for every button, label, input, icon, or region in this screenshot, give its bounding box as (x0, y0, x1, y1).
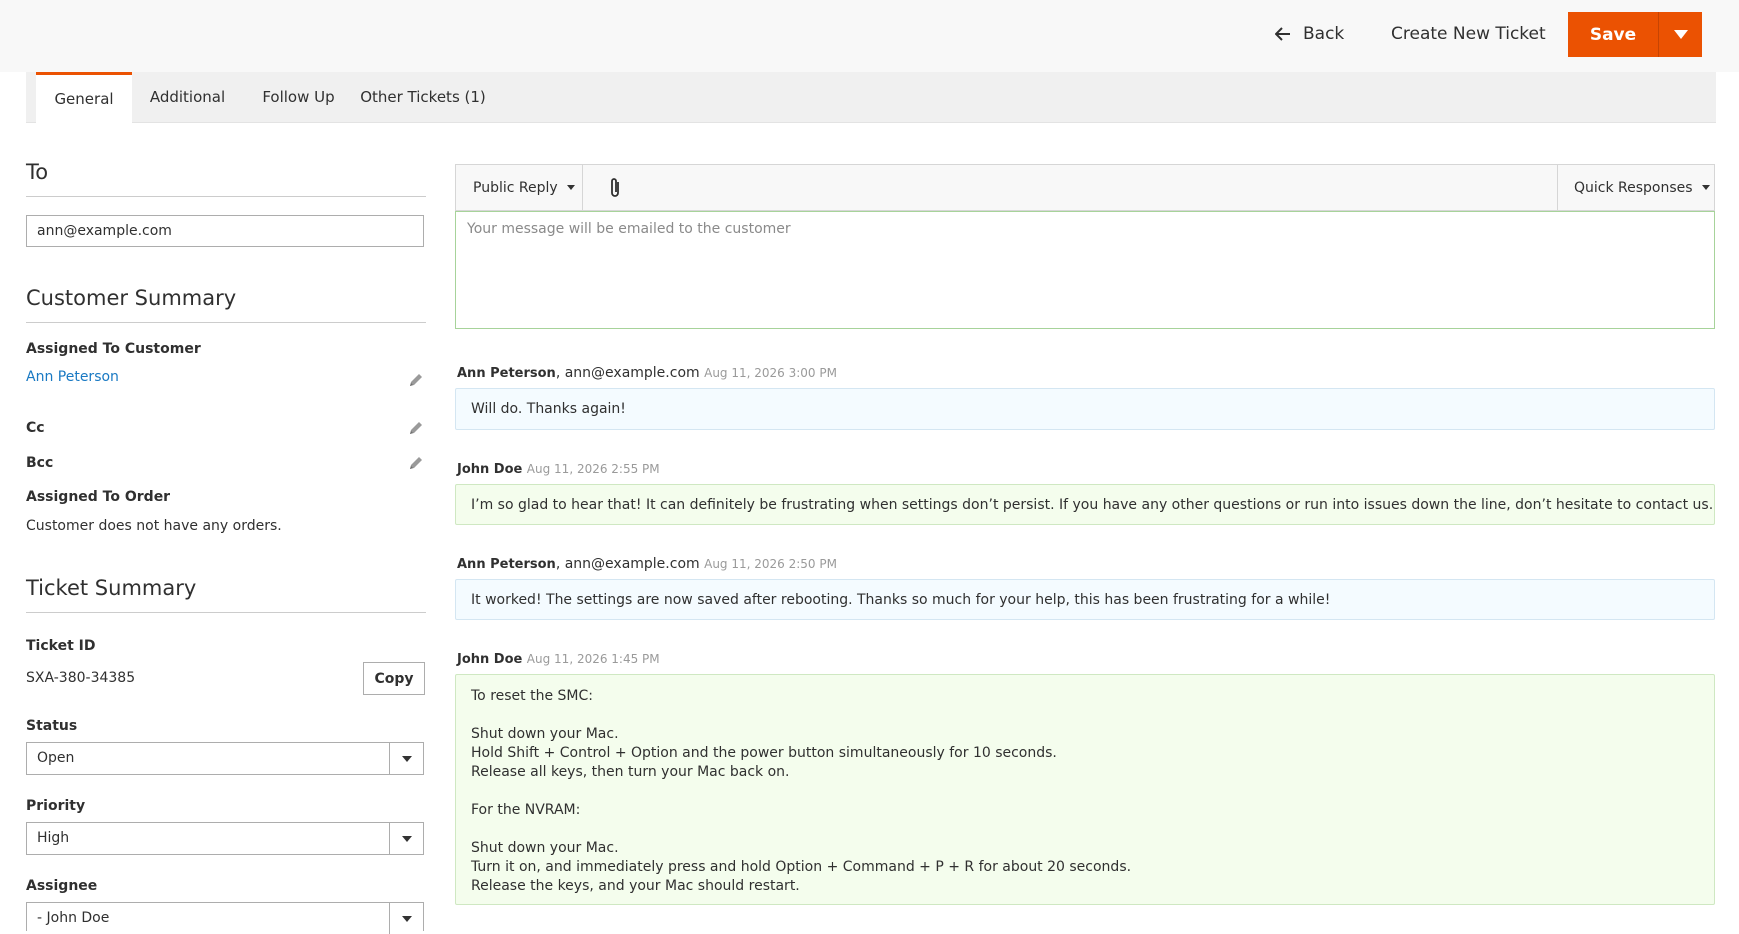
message-line: I’m so glad to hear that! It can definit… (471, 497, 1714, 513)
message-bubble: To reset the SMC: Shut down your Mac. Ho… (455, 674, 1715, 905)
message-line: Hold Shift + Control + Option and the po… (471, 745, 1057, 761)
back-label: Back (1303, 24, 1345, 44)
pencil-icon[interactable] (408, 420, 424, 436)
chevron-down-icon (566, 185, 575, 190)
priority-select[interactable]: High (26, 822, 424, 855)
page-actions-bar: Back Create New Ticket Save (0, 0, 1739, 72)
save-button[interactable]: Save (1568, 12, 1659, 57)
to-email-input[interactable] (26, 215, 424, 247)
message-date: Aug 11, 2026 2:50 PM (704, 557, 837, 571)
status-select[interactable]: Open (26, 742, 424, 775)
message-line: Release the keys, and your Mac should re… (471, 878, 800, 894)
pencil-icon[interactable] (408, 455, 424, 471)
reply-message-textarea[interactable] (455, 211, 1715, 329)
message-line: It worked! The settings are now saved af… (471, 592, 1331, 608)
message-date: Aug 11, 2026 3:00 PM (704, 366, 837, 380)
status-label: Status (26, 718, 78, 734)
message-email: , ann@example.com (555, 556, 700, 572)
message-email: , ann@example.com (555, 365, 700, 381)
tab-other-tickets[interactable]: Other Tickets (1) (354, 72, 492, 122)
cc-label: Cc (26, 420, 45, 436)
assignee-value: - John Doe (37, 910, 110, 926)
assigned-customer-label: Assigned To Customer (26, 341, 201, 357)
ticket-tabs: General Additional Follow Up Other Ticke… (26, 72, 1716, 123)
message-author: Ann Peterson (457, 366, 556, 381)
assignee-label: Assignee (26, 878, 98, 894)
message-line: Release all keys, then turn your Mac bac… (471, 764, 790, 780)
message-date: Aug 11, 2026 1:45 PM (526, 652, 660, 666)
priority-value: High (37, 830, 70, 846)
bcc-label: Bcc (26, 455, 54, 471)
message-header: John Doe Aug 11, 2026 1:45 PM (457, 651, 660, 667)
tab-general[interactable]: General (36, 72, 132, 123)
quick-responses-dropdown[interactable]: Quick Responses (1557, 165, 1714, 210)
ticket-summary-title: Ticket Summary (26, 576, 426, 613)
paperclip-icon[interactable] (608, 176, 622, 200)
create-new-ticket-button[interactable]: Create New Ticket (1391, 22, 1546, 46)
message-line (471, 706, 1699, 725)
back-button[interactable]: Back (1275, 22, 1344, 46)
customer-name-link[interactable]: Ann Peterson (26, 369, 119, 385)
message-header: Ann Peterson, ann@example.com Aug 11, 20… (457, 556, 837, 572)
save-options-toggle[interactable] (1659, 12, 1702, 57)
message-author: Ann Peterson (457, 557, 556, 572)
message-bubble: Will do. Thanks again! (455, 388, 1715, 430)
assigned-order-label: Assigned To Order (26, 489, 171, 505)
chevron-down-icon (1701, 185, 1710, 190)
reply-type-dropdown[interactable]: Public Reply (456, 165, 583, 210)
reply-type-label: Public Reply (473, 179, 558, 196)
customer-summary-title: Customer Summary (26, 286, 426, 323)
message-line: To reset the SMC: (471, 688, 593, 704)
message-header: John Doe Aug 11, 2026 2:55 PM (457, 461, 660, 477)
arrow-left-icon (1275, 27, 1290, 41)
message-line: Shut down your Mac. (471, 840, 619, 856)
to-section-title: To (26, 160, 426, 197)
message-line: Will do. Thanks again! (471, 401, 626, 417)
message-author: John Doe (457, 652, 523, 667)
status-value: Open (37, 750, 75, 766)
save-split-button: Save (1568, 12, 1702, 57)
pencil-icon[interactable] (408, 372, 424, 388)
reply-toolbar: Public Reply Quick Responses (455, 164, 1715, 211)
chevron-down-icon (1673, 30, 1688, 39)
message-header: Ann Peterson, ann@example.com Aug 11, 20… (457, 365, 837, 381)
tab-follow-up[interactable]: Follow Up (243, 72, 354, 122)
chevron-down-icon (389, 743, 423, 774)
message-line: For the NVRAM: (471, 802, 581, 818)
message-author: John Doe (457, 462, 523, 477)
message-bubble: It worked! The settings are now saved af… (455, 579, 1715, 620)
message-line: Shut down your Mac. (471, 726, 619, 742)
chevron-down-icon (389, 823, 423, 854)
message-line (471, 782, 1699, 801)
message-line (471, 820, 1699, 839)
tab-additional[interactable]: Additional (132, 72, 243, 122)
message-bubble: I’m so glad to hear that! It can definit… (455, 484, 1715, 525)
chevron-down-icon (389, 903, 423, 934)
order-status-text: Customer does not have any orders. (26, 518, 282, 534)
message-date: Aug 11, 2026 2:55 PM (526, 462, 660, 476)
quick-responses-label: Quick Responses (1574, 179, 1693, 196)
ticket-id-label: Ticket ID (26, 638, 96, 654)
assignee-select[interactable]: - John Doe (26, 902, 424, 934)
ticket-id-value: SXA-380-34385 (26, 670, 136, 686)
priority-label: Priority (26, 798, 86, 814)
message-line: Turn it on, and immediately press and ho… (471, 859, 1132, 875)
copy-ticket-id-button[interactable]: Copy (363, 662, 425, 695)
